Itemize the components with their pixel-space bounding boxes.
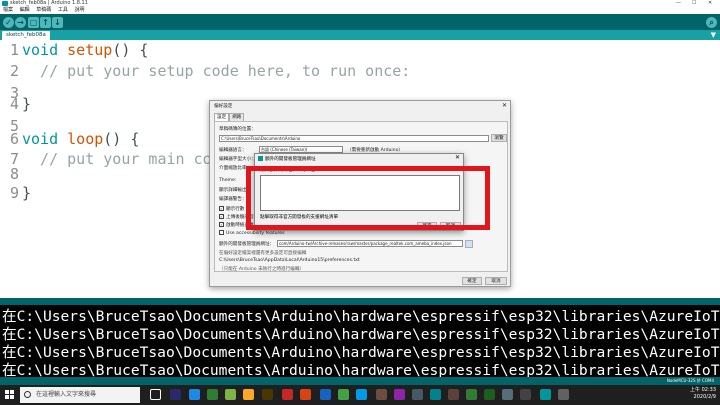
edit-urls-icon[interactable]	[465, 240, 473, 248]
arduino-taskbar-icon[interactable]	[540, 389, 551, 400]
sketch-tab[interactable]: sketch_feb08a	[2, 31, 50, 40]
line-number: 2	[9, 62, 19, 80]
arduino-icon	[258, 156, 263, 161]
close-icon[interactable]: ✕	[455, 154, 460, 161]
sketchbook-path-field[interactable]: C:\Users\BruceTsao\Documents\Arduino	[219, 135, 489, 142]
checkbox-label: Use accessibility features	[226, 231, 285, 236]
close-window-button[interactable]: ✕	[708, 0, 712, 7]
preferences-file-path: C:\Users\BruceTsao\AppData\Local\Arduino…	[219, 258, 360, 263]
close-icon[interactable]: ✕	[502, 102, 507, 109]
menu-edit[interactable]: 編輯	[20, 7, 30, 13]
sketch-tab-bar: sketch_feb08a ▼	[0, 30, 720, 40]
code-line: // put your main code	[22, 150, 230, 168]
chat-app-icon[interactable]	[207, 389, 218, 400]
red-highlight-box	[246, 166, 490, 230]
chrome-icon[interactable]	[338, 389, 349, 400]
line-number: 6	[9, 130, 19, 148]
font-size-label: 編輯器字型大小：	[219, 157, 256, 162]
search-placeholder: 在這裡輸入文字來搜尋	[36, 391, 97, 398]
warnings-label: 編譯器警告：	[219, 197, 247, 202]
office-icon[interactable]	[300, 389, 311, 400]
app-icon[interactable]	[466, 389, 477, 400]
theme-label: Theme:	[219, 178, 237, 183]
preferences-tabs: 設定 網路	[214, 113, 245, 121]
edit-note: （只能在 Arduino 未執行之時進行編輯）	[219, 267, 305, 272]
menu-bar: 檔案 編輯 草稿碼 工具 說明	[0, 7, 720, 14]
console-line: 在C:\Users\BruceTsao\Documents\Arduino\ha…	[2, 362, 720, 377]
clock-time: 上午 02:33	[690, 387, 716, 393]
red-app-icon[interactable]	[282, 389, 293, 400]
language-select[interactable]: 台語 (Chinese (Taiwan))	[259, 146, 343, 153]
search-icon	[24, 391, 31, 398]
browse-button[interactable]: 瀏覽	[491, 134, 507, 142]
windows-taskbar: 在這裡輸入文字來搜尋 上午 02:33 2020/2/9	[0, 385, 720, 405]
edge-icon[interactable]	[320, 389, 331, 400]
menu-help[interactable]: 說明	[74, 7, 84, 13]
language-label: 編輯器語言：	[219, 148, 247, 153]
clock-date: 2020/2/9	[693, 394, 716, 400]
app-icon[interactable]	[394, 389, 405, 400]
checkbox-label: 顯示行數	[226, 207, 245, 212]
serial-monitor-icon[interactable]: ⌕	[706, 17, 717, 28]
app-icon[interactable]	[376, 389, 387, 400]
app-icon[interactable]	[502, 389, 513, 400]
minimize-button[interactable]: —	[676, 0, 681, 7]
maximize-button[interactable]: ☐	[692, 0, 696, 7]
toolbar: ✓ → ▢ ↑ ↓ ⌕	[0, 14, 720, 30]
app-icon[interactable]	[448, 389, 459, 400]
code-line: void setup() {	[22, 41, 149, 59]
app-icon[interactable]	[558, 389, 569, 400]
tab-menu-chevron-icon[interactable]: ▼	[711, 30, 716, 40]
boards-url-field[interactable]: com/Arduino-tw/Archive-releases/raw/mast…	[277, 240, 463, 247]
cancel-button[interactable]: 取消	[485, 277, 507, 285]
file-explorer-icon[interactable]	[243, 389, 254, 400]
window-title: sketch_feb08a | Arduino 1.8.11	[10, 0, 88, 6]
show-line-numbers-checkbox[interactable]: ✓ 顯示行數	[219, 206, 244, 212]
arduino-app-icon	[2, 1, 8, 6]
new-sketch-icon[interactable]: ▢	[28, 17, 39, 28]
verify-icon[interactable]: ✓	[3, 17, 14, 28]
line-number: 4	[9, 95, 19, 113]
taskbar-search-box[interactable]: 在這裡輸入文字來搜尋	[20, 387, 140, 403]
sketchbook-label: 草稿碼簿的位置：	[219, 127, 256, 132]
menu-sketch[interactable]: 草稿碼	[36, 7, 51, 13]
app-icon[interactable]	[412, 389, 423, 400]
preferences-title: 偏好設定	[214, 104, 233, 109]
console-output: 在C:\Users\BruceTsao\Documents\Arduino\ha…	[0, 305, 720, 377]
code-line: // put your setup code here, to run once…	[22, 62, 411, 80]
messenger-icon[interactable]	[225, 389, 236, 400]
photoshop-icon[interactable]	[189, 389, 200, 400]
menu-tools[interactable]: 工具	[58, 7, 68, 13]
boards-url-label: 額外的開發板管理員網址：	[219, 242, 275, 247]
task-view-icon[interactable]	[150, 389, 161, 400]
app-icon[interactable]	[430, 389, 441, 400]
ok-button[interactable]: 確定	[462, 277, 482, 285]
app-icon[interactable]	[520, 389, 531, 400]
open-sketch-icon[interactable]: ↑	[40, 17, 51, 28]
windows-start-icon[interactable]	[5, 390, 15, 400]
editor-console-divider[interactable]	[0, 298, 720, 305]
line-number: 1	[9, 41, 19, 59]
tab-settings[interactable]: 設定	[214, 113, 230, 121]
urls-dialog-title: 額外的開發板管理員網址	[265, 157, 316, 162]
window-title-bar: sketch_feb08a | Arduino 1.8.11 — ☐ ✕	[0, 0, 720, 7]
system-tray-clock[interactable]: 上午 02:33 2020/2/9	[690, 387, 716, 401]
illustrator-icon[interactable]	[262, 389, 273, 400]
code-line: }	[22, 184, 32, 202]
line-number: 9	[9, 184, 19, 202]
tab-network[interactable]: 網路	[229, 113, 245, 121]
premiere-icon[interactable]	[170, 389, 181, 400]
board-status: NodeMCU-32S 於 COM4	[0, 377, 720, 385]
store-icon[interactable]	[356, 389, 367, 400]
more-settings-note: 在偏好設定檔案裡還有更多設定可直接編輯	[219, 251, 307, 256]
app-icon[interactable]	[484, 389, 495, 400]
menu-file[interactable]: 檔案	[3, 7, 13, 13]
line-number: 8	[9, 165, 19, 183]
save-sketch-icon[interactable]: ↓	[52, 17, 63, 28]
code-line: void loop() {	[22, 130, 140, 148]
upload-icon[interactable]: →	[15, 17, 26, 28]
code-line: }	[22, 95, 32, 113]
